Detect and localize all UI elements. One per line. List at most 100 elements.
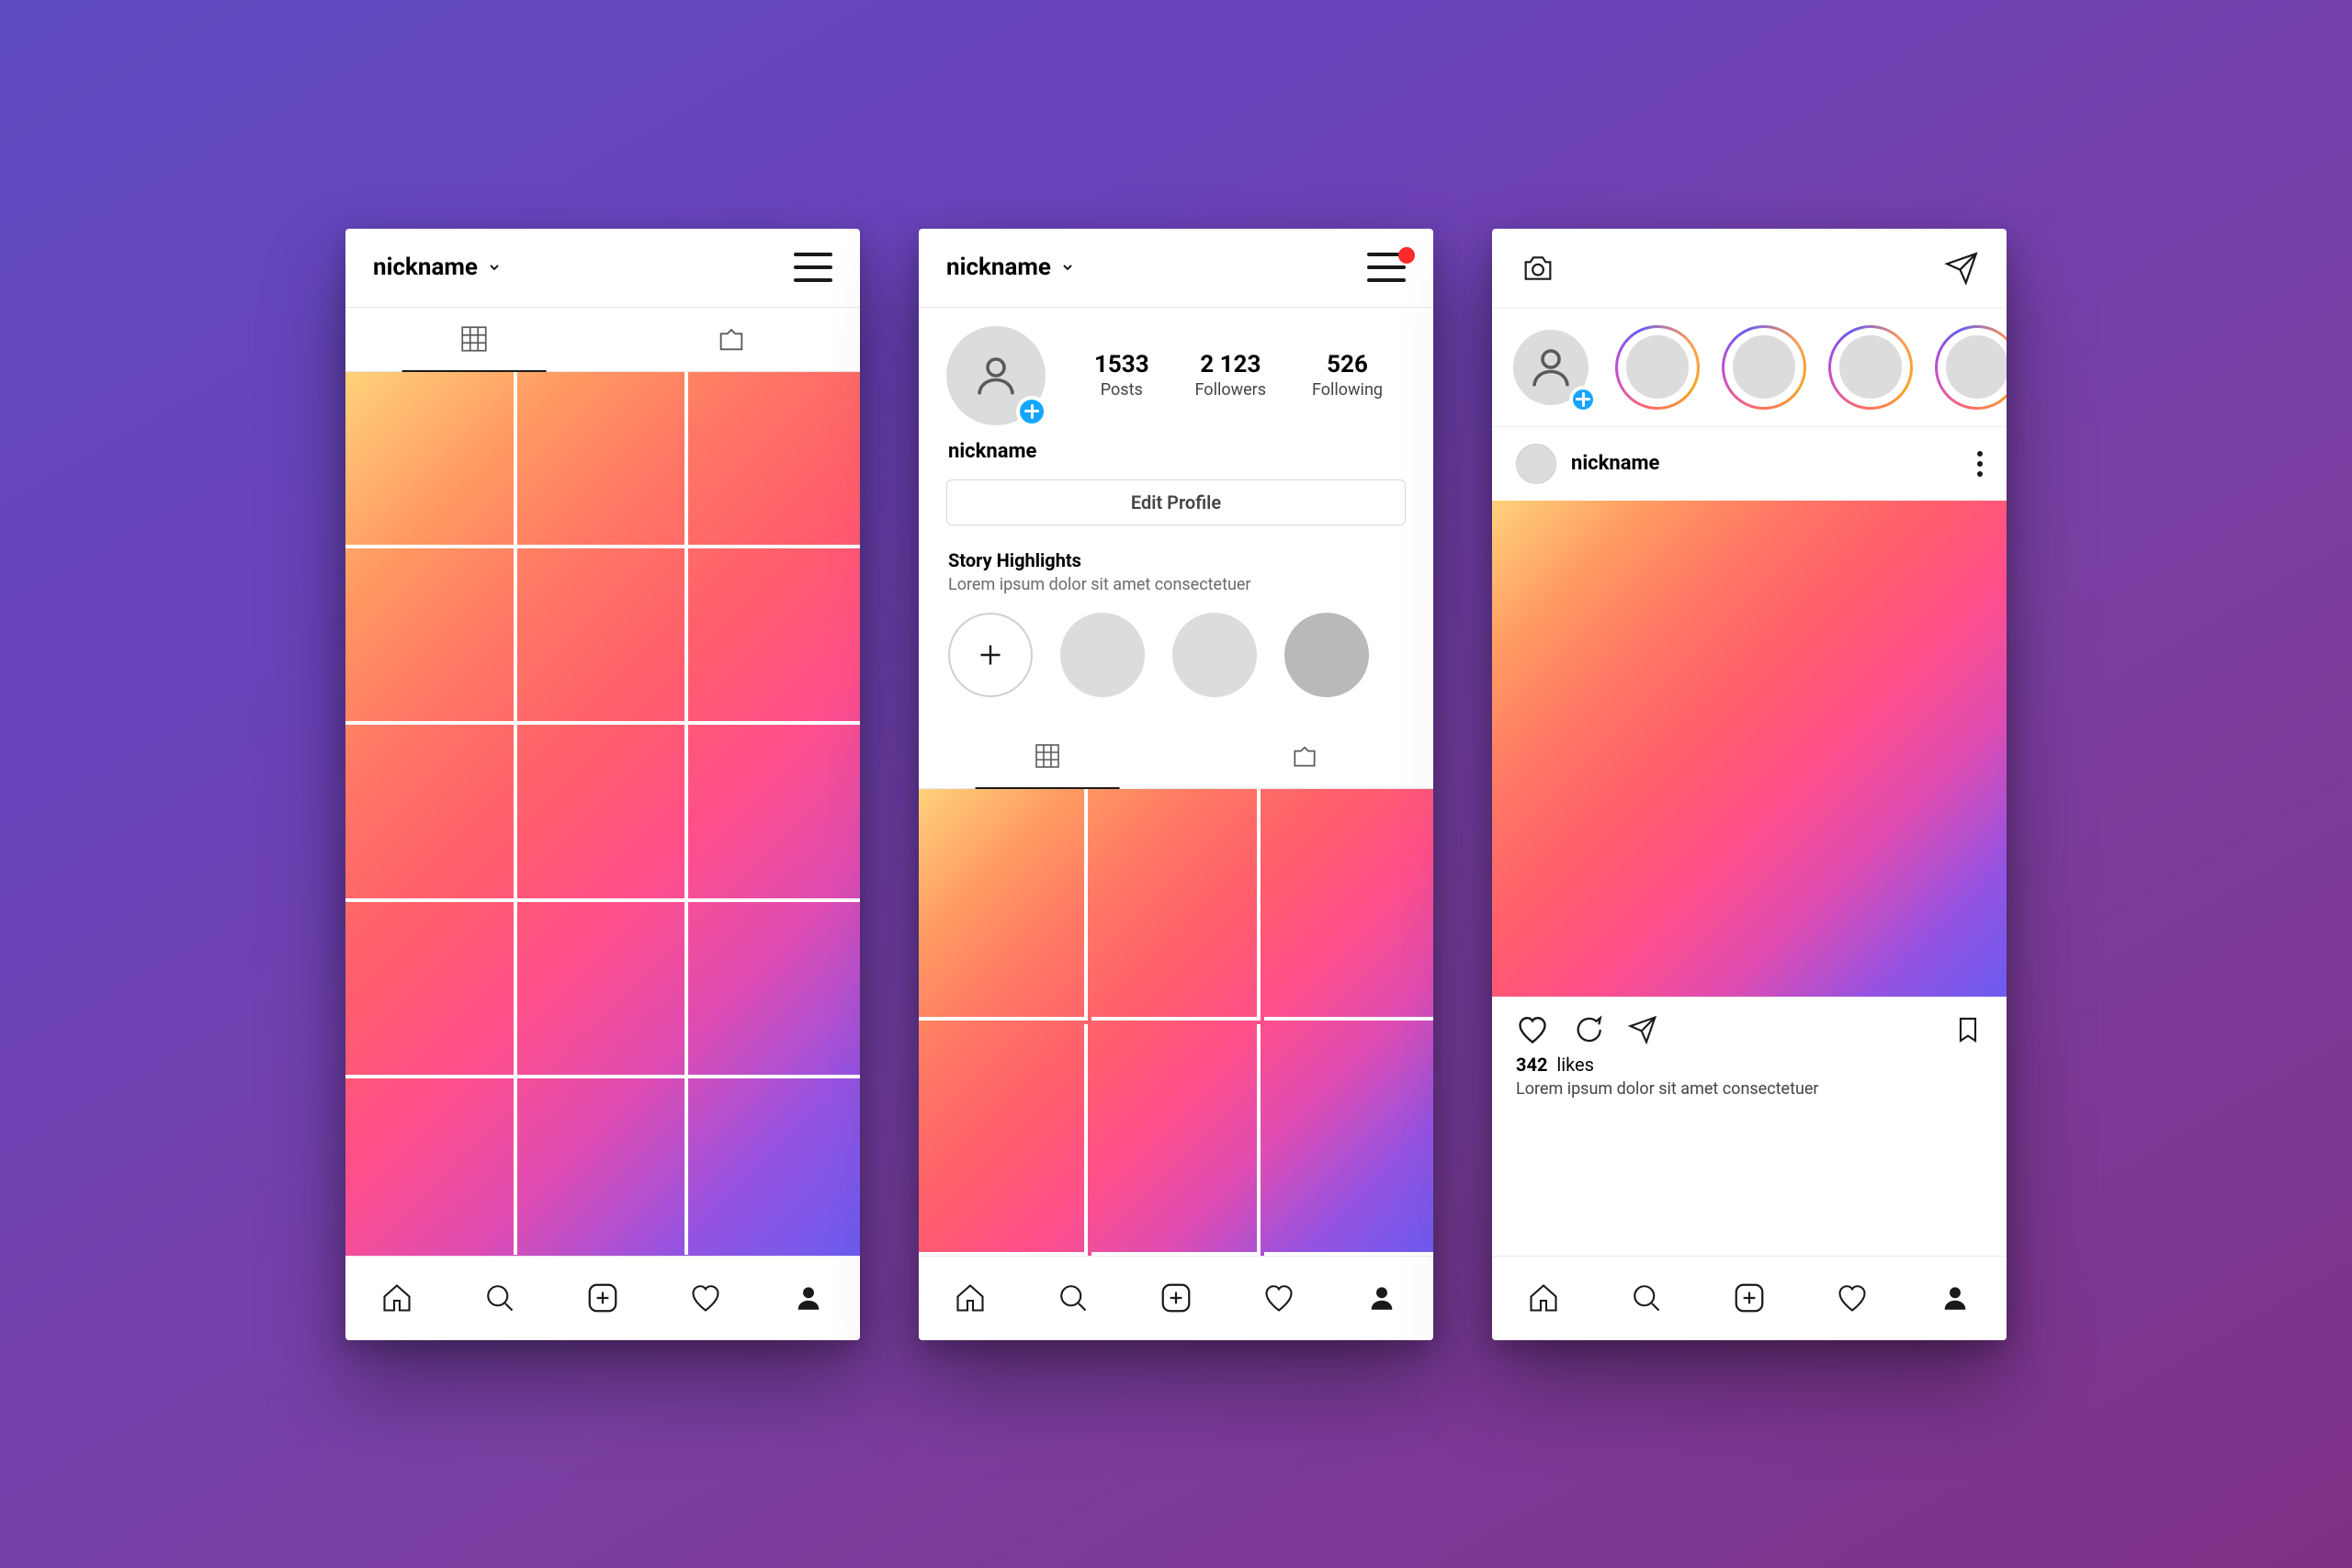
likes-number: 342 [1516,1054,1547,1076]
tab-tagged[interactable] [603,308,860,371]
post-thumbnail[interactable] [517,902,689,1078]
nav-activity[interactable] [1834,1280,1871,1316]
story-item[interactable] [1828,325,1913,410]
username-dropdown[interactable]: nickname [373,254,502,281]
highlight-item[interactable] [1172,613,1257,697]
post-image[interactable] [1492,501,2007,997]
post-thumbnail[interactable] [345,1078,517,1255]
post-caption: Lorem ipsum dolor sit amet consectetuer [1492,1079,2007,1113]
posts-grid [919,789,1433,1256]
edit-profile-button[interactable]: Edit Profile [946,479,1406,525]
post-thumbnail[interactable] [517,548,689,725]
stat-value: 526 [1312,351,1383,378]
post-thumbnail[interactable] [1091,789,1261,1021]
stories-row[interactable] [1492,308,2007,427]
tagged-icon [1290,741,1319,771]
post-thumbnail[interactable] [1264,1024,1433,1256]
highlight-item[interactable] [1284,613,1369,697]
nav-search[interactable] [1628,1280,1665,1316]
tab-grid[interactable] [919,725,1176,788]
post-thumbnail[interactable] [688,725,860,901]
tagged-icon [716,323,747,355]
story-item[interactable] [1935,325,2007,410]
bottom-nav [919,1256,1433,1340]
avatar[interactable] [946,326,1046,425]
post-thumbnail[interactable] [688,1078,860,1255]
stat-value: 2 123 [1195,351,1267,378]
stat-value: 1533 [1094,351,1149,378]
post-thumbnail[interactable] [345,372,517,548]
nav-home[interactable] [379,1280,415,1316]
topbar: nickname [345,229,860,308]
add-story-badge[interactable] [1016,396,1047,427]
nav-activity[interactable] [1261,1280,1297,1316]
post-thumbnail[interactable] [1091,1024,1261,1256]
author-username: nickname [1571,452,1659,475]
post-thumbnail[interactable] [688,548,860,725]
stat-following[interactable]: 526 Following [1312,351,1383,400]
grid-icon [1033,741,1062,771]
stat-label: Followers [1195,380,1267,400]
post-thumbnail[interactable] [1264,789,1433,1021]
comment-button[interactable] [1573,1014,1604,1045]
highlight-add[interactable] [948,613,1033,697]
post-thumbnail[interactable] [919,789,1088,1021]
share-button[interactable] [1628,1015,1657,1044]
highlights-row[interactable] [946,607,1406,716]
profile-stats: 1533 Posts 2 123 Followers 526 Following [1071,351,1406,400]
camera-icon[interactable] [1520,250,1556,287]
stat-label: Following [1312,380,1383,400]
tab-grid[interactable] [345,308,603,371]
post-thumbnail[interactable] [919,1024,1088,1256]
post-thumbnail[interactable] [517,725,689,901]
post-thumbnail[interactable] [345,902,517,1078]
story-item[interactable] [1722,325,1806,410]
nav-home[interactable] [1525,1280,1562,1316]
nav-home[interactable] [952,1280,989,1316]
nav-activity[interactable] [687,1280,724,1316]
screen-profile-detail: nickname 1533 Posts [919,229,1433,1340]
story-item[interactable] [1615,325,1700,410]
story-own[interactable] [1509,325,1593,410]
nav-search[interactable] [1055,1280,1091,1316]
post-actions [1492,997,2007,1054]
notification-badge [1398,247,1415,264]
nav-search[interactable] [481,1280,518,1316]
post-thumbnail[interactable] [517,1078,689,1255]
nav-profile[interactable] [790,1280,827,1316]
bookmark-button[interactable] [1953,1015,1983,1044]
nav-profile[interactable] [1937,1280,1973,1316]
nav-add[interactable] [1158,1280,1194,1316]
menu-button[interactable] [1367,253,1406,282]
post-thumbnail[interactable] [517,372,689,548]
send-icon[interactable] [1944,251,1979,286]
likes-count[interactable]: 342 likes [1492,1054,2007,1079]
menu-button[interactable] [794,253,832,282]
post-thumbnail[interactable] [345,725,517,901]
nav-add[interactable] [1731,1280,1768,1316]
grid-icon [458,323,490,355]
chevron-down-icon [1060,260,1075,275]
post-thumbnail[interactable] [688,902,860,1078]
likes-word: likes [1556,1054,1594,1076]
tab-tagged[interactable] [1176,725,1433,788]
bottom-nav [345,1256,860,1340]
screen-feed: nickname 342 likes Lorem ipsum dolor sit… [1492,229,2007,1340]
post-author[interactable]: nickname [1516,444,1659,484]
highlights-subtitle: Lorem ipsum dolor sit amet consectetuer [948,575,1404,594]
chevron-down-icon [487,260,502,275]
stat-posts[interactable]: 1533 Posts [1094,351,1149,400]
author-avatar [1516,444,1556,484]
nickname: nickname [373,254,478,281]
post-thumbnail[interactable] [688,372,860,548]
highlight-item[interactable] [1060,613,1145,697]
stat-followers[interactable]: 2 123 Followers [1195,351,1267,400]
post-header: nickname [1492,427,2007,501]
post-menu-button[interactable] [1977,451,1983,477]
username-dropdown[interactable]: nickname [946,254,1075,281]
highlights-title: Story Highlights [948,549,1404,571]
nav-profile[interactable] [1363,1280,1400,1316]
like-button[interactable] [1516,1013,1549,1046]
post-thumbnail[interactable] [345,548,517,725]
nav-add[interactable] [584,1280,621,1316]
